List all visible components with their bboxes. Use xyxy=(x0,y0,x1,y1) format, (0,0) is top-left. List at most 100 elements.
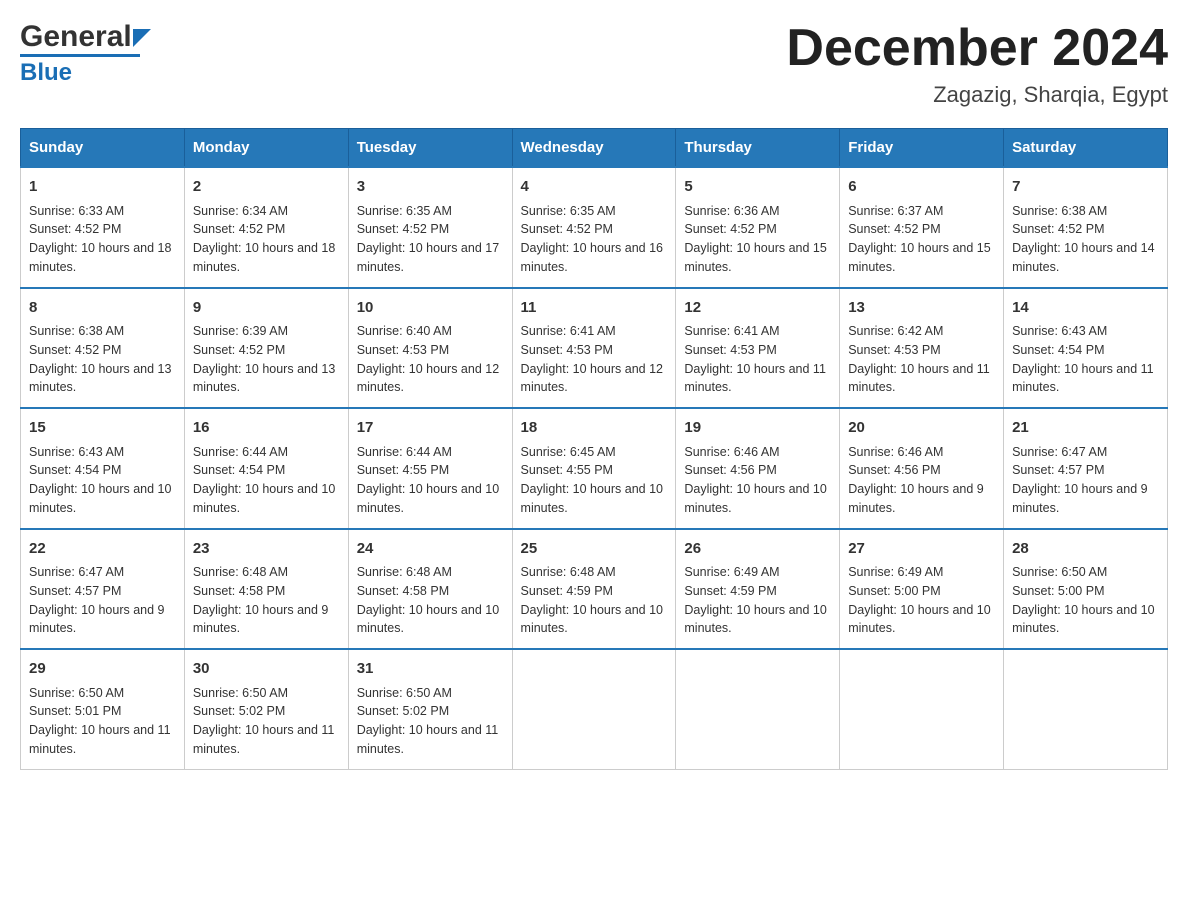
sunset-text: Sunset: 4:55 PM xyxy=(521,461,668,480)
sunrise-text: Sunrise: 6:46 AM xyxy=(684,443,831,462)
sunrise-text: Sunrise: 6:47 AM xyxy=(29,563,176,582)
calendar-cell: 3 Sunrise: 6:35 AMSunset: 4:52 PMDaylight… xyxy=(348,167,512,288)
daylight-text: Daylight: 10 hours and 18 minutes. xyxy=(29,239,176,277)
sunset-text: Sunset: 4:59 PM xyxy=(684,582,831,601)
sunrise-text: Sunrise: 6:48 AM xyxy=(521,563,668,582)
sunset-text: Sunset: 4:53 PM xyxy=(684,341,831,360)
calendar-week-row: 8Sunrise: 6:38 AMSunset: 4:52 PMDaylight… xyxy=(21,288,1168,409)
calendar-cell: 6Sunrise: 6:37 AMSunset: 4:52 PMDaylight… xyxy=(840,167,1004,288)
sunrise-text: Sunrise: 6:39 AM xyxy=(193,322,340,341)
sunset-text: Sunset: 4:52 PM xyxy=(29,341,176,360)
calendar-cell xyxy=(1004,649,1168,769)
day-number: 22 xyxy=(29,538,176,561)
day-number: 13 xyxy=(848,297,995,320)
sunset-text: Sunset: 4:56 PM xyxy=(848,461,995,480)
sunrise-text: Sunrise: 6:38 AM xyxy=(29,322,176,341)
calendar-cell: 7Sunrise: 6:38 AMSunset: 4:52 PMDaylight… xyxy=(1004,167,1168,288)
daylight-text: Daylight: 10 hours and 14 minutes. xyxy=(1012,239,1159,277)
sunrise-text: Sunrise: 6:44 AM xyxy=(193,443,340,462)
day-number: 14 xyxy=(1012,297,1159,320)
day-number: 29 xyxy=(29,658,176,681)
calendar-cell: 12Sunrise: 6:41 AMSunset: 4:53 PMDayligh… xyxy=(676,288,840,409)
calendar-cell xyxy=(676,649,840,769)
sunrise-text: Sunrise: 6:33 AM xyxy=(29,202,176,221)
day-header-monday: Monday xyxy=(184,129,348,168)
daylight-text: Daylight: 10 hours and 9 minutes. xyxy=(29,601,176,639)
logo: General Blue xyxy=(20,20,151,87)
calendar-cell: 14Sunrise: 6:43 AMSunset: 4:54 PMDayligh… xyxy=(1004,288,1168,409)
sunrise-text: Sunrise: 6:40 AM xyxy=(357,322,504,341)
calendar-cell: 9 Sunrise: 6:39 AMSunset: 4:52 PMDaylight… xyxy=(184,288,348,409)
daylight-text: Daylight: 10 hours and 9 minutes. xyxy=(193,601,340,639)
daylight-text: Daylight: 10 hours and 18 minutes. xyxy=(193,239,340,277)
calendar-cell: 18Sunrise: 6:45 AMSunset: 4:55 PMDayligh… xyxy=(512,408,676,529)
day-number: 24 xyxy=(357,538,504,561)
day-number: 11 xyxy=(521,297,668,320)
sunset-text: Sunset: 4:52 PM xyxy=(193,220,340,239)
day-header-saturday: Saturday xyxy=(1004,129,1168,168)
sunrise-text: Sunrise: 6:38 AM xyxy=(1012,202,1159,221)
day-number: 21 xyxy=(1012,417,1159,440)
day-number: 5 xyxy=(684,176,831,199)
sunset-text: Sunset: 5:00 PM xyxy=(1012,582,1159,601)
sunset-text: Sunset: 4:52 PM xyxy=(193,341,340,360)
day-number: 10 xyxy=(357,297,504,320)
logo-blue: Blue xyxy=(20,59,72,86)
day-number: 17 xyxy=(357,417,504,440)
day-number: 19 xyxy=(684,417,831,440)
day-number: 16 xyxy=(193,417,340,440)
daylight-text: Daylight: 10 hours and 10 minutes. xyxy=(357,601,504,639)
daylight-text: Daylight: 10 hours and 13 minutes. xyxy=(193,360,340,398)
day-number: 23 xyxy=(193,538,340,561)
sunset-text: Sunset: 4:52 PM xyxy=(684,220,831,239)
sunrise-text: Sunrise: 6:43 AM xyxy=(1012,322,1159,341)
calendar-week-row: 22Sunrise: 6:47 AMSunset: 4:57 PMDayligh… xyxy=(21,529,1168,650)
calendar-cell: 21Sunrise: 6:47 AMSunset: 4:57 PMDayligh… xyxy=(1004,408,1168,529)
calendar-cell: 16Sunrise: 6:44 AMSunset: 4:54 PMDayligh… xyxy=(184,408,348,529)
calendar-cell: 11Sunrise: 6:41 AMSunset: 4:53 PMDayligh… xyxy=(512,288,676,409)
daylight-text: Daylight: 10 hours and 12 minutes. xyxy=(521,360,668,398)
day-number: 3 xyxy=(357,176,504,199)
day-header-friday: Friday xyxy=(840,129,1004,168)
sunset-text: Sunset: 4:53 PM xyxy=(357,341,504,360)
day-number: 20 xyxy=(848,417,995,440)
day-number: 26 xyxy=(684,538,831,561)
sunset-text: Sunset: 4:54 PM xyxy=(193,461,340,480)
page-header: General Blue December 2024 Zagazig, Shar… xyxy=(20,20,1168,108)
day-header-tuesday: Tuesday xyxy=(348,129,512,168)
sunset-text: Sunset: 4:52 PM xyxy=(357,220,504,239)
day-number: 6 xyxy=(848,176,995,199)
daylight-text: Daylight: 10 hours and 10 minutes. xyxy=(848,601,995,639)
daylight-text: Daylight: 10 hours and 11 minutes. xyxy=(357,721,504,759)
sunrise-text: Sunrise: 6:44 AM xyxy=(357,443,504,462)
sunset-text: Sunset: 4:52 PM xyxy=(521,220,668,239)
month-title: December 2024 xyxy=(786,20,1168,77)
sunset-text: Sunset: 4:55 PM xyxy=(357,461,504,480)
calendar-cell: 27Sunrise: 6:49 AMSunset: 5:00 PMDayligh… xyxy=(840,529,1004,650)
calendar-week-row: 15Sunrise: 6:43 AMSunset: 4:54 PMDayligh… xyxy=(21,408,1168,529)
sunrise-text: Sunrise: 6:35 AM xyxy=(357,202,504,221)
calendar-cell: 19Sunrise: 6:46 AMSunset: 4:56 PMDayligh… xyxy=(676,408,840,529)
day-number: 4 xyxy=(521,176,668,199)
day-number: 9 xyxy=(193,297,340,320)
daylight-text: Daylight: 10 hours and 10 minutes. xyxy=(521,601,668,639)
calendar-cell: 17Sunrise: 6:44 AMSunset: 4:55 PMDayligh… xyxy=(348,408,512,529)
day-number: 1 xyxy=(29,176,176,199)
sunrise-text: Sunrise: 6:48 AM xyxy=(193,563,340,582)
daylight-text: Daylight: 10 hours and 9 minutes. xyxy=(1012,480,1159,518)
daylight-text: Daylight: 10 hours and 12 minutes. xyxy=(357,360,504,398)
daylight-text: Daylight: 10 hours and 13 minutes. xyxy=(29,360,176,398)
sunset-text: Sunset: 5:00 PM xyxy=(848,582,995,601)
daylight-text: Daylight: 10 hours and 17 minutes. xyxy=(357,239,504,277)
calendar-cell: 29Sunrise: 6:50 AMSunset: 5:01 PMDayligh… xyxy=(21,649,185,769)
sunset-text: Sunset: 4:52 PM xyxy=(29,220,176,239)
sunrise-text: Sunrise: 6:49 AM xyxy=(684,563,831,582)
daylight-text: Daylight: 10 hours and 15 minutes. xyxy=(684,239,831,277)
title-area: December 2024 Zagazig, Sharqia, Egypt xyxy=(786,20,1168,108)
day-header-wednesday: Wednesday xyxy=(512,129,676,168)
daylight-text: Daylight: 10 hours and 15 minutes. xyxy=(848,239,995,277)
calendar-week-row: 29Sunrise: 6:50 AMSunset: 5:01 PMDayligh… xyxy=(21,649,1168,769)
calendar-cell: 31Sunrise: 6:50 AMSunset: 5:02 PMDayligh… xyxy=(348,649,512,769)
logo-general: General xyxy=(20,20,132,54)
day-header-sunday: Sunday xyxy=(21,129,185,168)
